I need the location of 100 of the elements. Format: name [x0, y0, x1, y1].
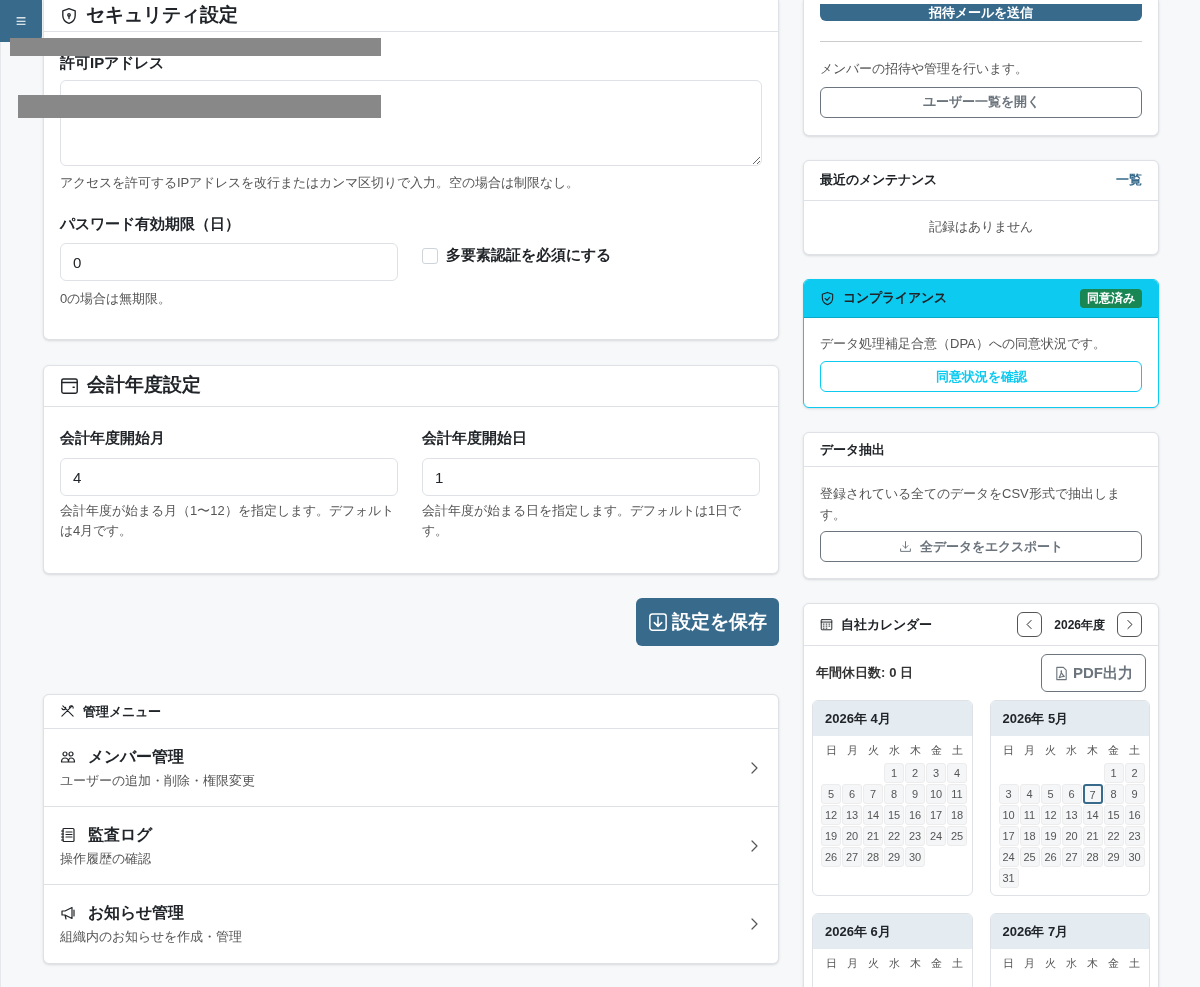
- description-text: データ処理補足合意（DPA）への同意状況です。: [820, 334, 1107, 353]
- field-label: 許可IPアドレス: [60, 54, 166, 72]
- weekday-label: 日: [824, 956, 838, 971]
- calendar-day[interactable]: 15: [884, 805, 904, 825]
- menu-item-title: メンバー管理: [88, 746, 184, 767]
- previous-year-button[interactable]: [1017, 612, 1043, 637]
- calendar-day[interactable]: 25: [1019, 847, 1040, 867]
- calendar-day[interactable]: 16: [905, 805, 925, 825]
- calendar-day[interactable]: 5: [821, 784, 841, 804]
- number-field[interactable]: 1: [422, 458, 760, 496]
- calendar-day[interactable]: 20: [842, 826, 862, 846]
- calendar-day[interactable]: 30: [905, 847, 925, 867]
- calendar-day[interactable]: 14: [863, 805, 883, 825]
- calendar-day[interactable]: 13: [842, 805, 862, 825]
- calendar-day[interactable]: 26: [821, 847, 841, 867]
- save-button[interactable]: 設定を保存: [636, 598, 779, 646]
- list-link[interactable]: 一覧: [1116, 170, 1142, 190]
- month-title: 2026年 5月: [990, 701, 1149, 736]
- calendar-day[interactable]: 21: [863, 826, 883, 846]
- calendar-day[interactable]: 11: [1019, 805, 1040, 825]
- card-title: 最近のメンテナンス: [820, 171, 937, 190]
- calendar-day[interactable]: 23: [905, 826, 925, 846]
- weekday-label: 水: [887, 956, 901, 971]
- calendar-day[interactable]: 16: [1124, 805, 1145, 825]
- calendar-icon: [60, 376, 79, 395]
- calendar-day[interactable]: 4: [947, 763, 967, 783]
- menu-item[interactable]: メンバー管理 ユーザーの追加・削除・権限変更: [44, 729, 778, 807]
- weekday-label: 水: [1065, 743, 1078, 758]
- calendar-day[interactable]: 3: [926, 763, 946, 783]
- calendar-day[interactable]: 3: [998, 784, 1019, 804]
- calendar-day[interactable]: 7: [1082, 784, 1103, 804]
- calendar-day[interactable]: 6: [1061, 784, 1082, 804]
- calendar-day[interactable]: 9: [905, 784, 925, 804]
- calendar-day[interactable]: 29: [884, 847, 904, 867]
- calendar-day[interactable]: 29: [1103, 847, 1124, 867]
- weekday-label: 日: [1002, 956, 1015, 971]
- weekday-label: 日: [1002, 743, 1015, 758]
- menu-item[interactable]: 監査ログ 操作履歴の確認: [44, 807, 778, 885]
- calendar-day[interactable]: 9: [1124, 784, 1145, 804]
- calendar-day[interactable]: 14: [1082, 805, 1103, 825]
- calendar-day[interactable]: 17: [926, 805, 946, 825]
- calendar-day[interactable]: 15: [1103, 805, 1124, 825]
- weekday-label: 火: [866, 956, 880, 971]
- calendar-day[interactable]: 23: [1124, 826, 1145, 846]
- menu-item-description: 組織内のお知らせを作成・管理: [60, 928, 243, 947]
- password-expiry-field[interactable]: 0: [60, 243, 398, 281]
- calendar-day[interactable]: 6: [842, 784, 862, 804]
- calendar-day[interactable]: 7: [863, 784, 883, 804]
- calendar-day[interactable]: 27: [1061, 847, 1082, 867]
- calendar-day[interactable]: 8: [884, 784, 904, 804]
- calendar-day[interactable]: 28: [1082, 847, 1103, 867]
- pdf-export-button[interactable]: PDF出力: [1041, 654, 1146, 692]
- user-list-button[interactable]: ユーザー一覧を開く: [820, 86, 1142, 118]
- calendar-day[interactable]: 18: [947, 805, 967, 825]
- calendar-day[interactable]: 17: [998, 826, 1019, 846]
- calendar-day[interactable]: 12: [1040, 805, 1061, 825]
- card-title: 管理メニュー: [83, 702, 161, 721]
- ip-address-field[interactable]: [60, 80, 762, 166]
- menu-button[interactable]: ≡: [0, 0, 42, 42]
- mfa-checkbox[interactable]: [422, 247, 438, 264]
- calendar-day[interactable]: 10: [926, 784, 946, 804]
- weekday-label: 木: [908, 956, 922, 971]
- calendar-day[interactable]: 19: [1040, 826, 1061, 846]
- calendar-day[interactable]: 27: [842, 847, 862, 867]
- next-year-button[interactable]: [1117, 612, 1142, 637]
- status-badge: 同意済み: [1080, 288, 1142, 308]
- download-icon: [899, 540, 912, 553]
- calendar-day[interactable]: 1: [884, 763, 904, 783]
- holidays-count: 0 日: [889, 664, 914, 683]
- send-invite-button[interactable]: 招待メールを送信: [820, 4, 1142, 21]
- calendar-day[interactable]: 8: [1103, 784, 1124, 804]
- calendar-day[interactable]: 5: [1040, 784, 1061, 804]
- calendar-day[interactable]: 25: [947, 826, 967, 846]
- calendar-day[interactable]: 24: [998, 847, 1019, 867]
- weekday-label: 金: [1107, 743, 1120, 758]
- calendar-day[interactable]: 4: [1019, 784, 1040, 804]
- calendar-day[interactable]: 26: [1040, 847, 1061, 867]
- calendar-day[interactable]: 31: [998, 868, 1019, 888]
- calendar-day[interactable]: 22: [1103, 826, 1124, 846]
- calendar-day[interactable]: 11: [947, 784, 967, 804]
- calendar-day[interactable]: 22: [884, 826, 904, 846]
- calendar-day[interactable]: 24: [926, 826, 946, 846]
- menu-item[interactable]: お知らせ管理 組織内のお知らせを作成・管理: [44, 885, 778, 963]
- calendar-day[interactable]: 28: [863, 847, 883, 867]
- calendar-day[interactable]: 21: [1082, 826, 1103, 846]
- calendar-day[interactable]: 1: [1103, 763, 1124, 783]
- calendar-day[interactable]: 18: [1019, 826, 1040, 846]
- calendar-day[interactable]: 20: [1061, 826, 1082, 846]
- calendar-day[interactable]: 10: [998, 805, 1019, 825]
- weekday-label: 金: [929, 956, 943, 971]
- weekday-label: 水: [887, 743, 901, 758]
- export-button[interactable]: 全データをエクスポート: [820, 531, 1142, 562]
- number-field[interactable]: 4: [60, 458, 398, 496]
- calendar-day[interactable]: 12: [821, 805, 841, 825]
- calendar-day[interactable]: 2: [905, 763, 925, 783]
- calendar-day[interactable]: 19: [821, 826, 841, 846]
- calendar-day[interactable]: 13: [1061, 805, 1082, 825]
- calendar-day[interactable]: 30: [1124, 847, 1145, 867]
- calendar-day[interactable]: 2: [1124, 763, 1145, 783]
- weekday-label: 月: [1023, 956, 1036, 971]
